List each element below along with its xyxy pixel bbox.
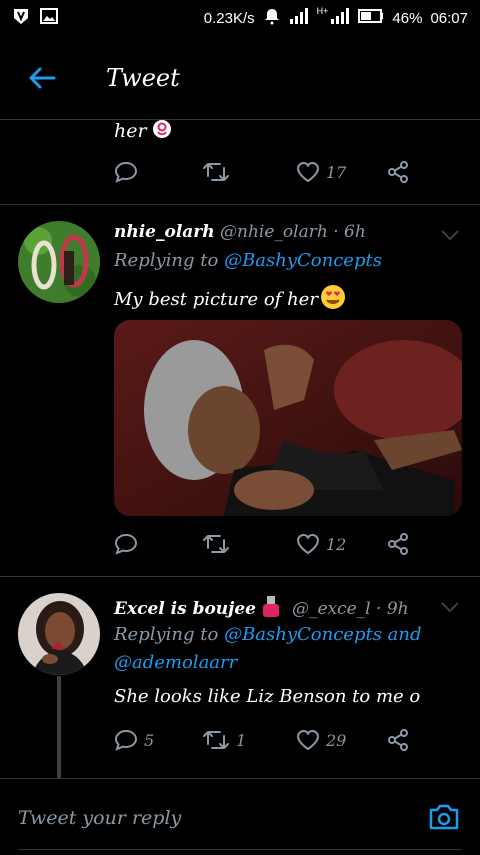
thread-line	[57, 676, 61, 778]
chevron-down-icon[interactable]	[440, 598, 460, 617]
signal-icon	[289, 8, 309, 28]
reply-button[interactable]: 5	[114, 729, 202, 751]
tweet-text: her	[114, 120, 147, 142]
tweet-text: My best picture of her	[114, 289, 318, 310]
retweet-icon	[203, 535, 229, 553]
handle-time: @nhie_olarh · 6h	[220, 222, 366, 242]
reply-icon	[114, 729, 138, 751]
share-icon	[388, 533, 408, 555]
avatar[interactable]	[18, 221, 100, 303]
handle-time: @_exce_l · 9h	[291, 598, 409, 619]
heart-eyes-face-icon	[320, 284, 346, 315]
replying-to: Replying to @BashyConcepts and	[114, 624, 422, 645]
shield-v-icon	[12, 7, 30, 29]
nail-polish-icon	[260, 594, 282, 623]
share-button[interactable]	[386, 532, 410, 556]
display-name[interactable]: nhie_olarh	[114, 222, 215, 242]
reply-composer: Tweet your reply	[0, 778, 480, 855]
display-name[interactable]: Excel is boujee	[114, 599, 256, 619]
like-count: 12	[326, 534, 347, 554]
tweet-actions: 5 1 29	[114, 728, 414, 752]
camera-button[interactable]	[428, 803, 460, 835]
battery-icon	[358, 9, 384, 27]
tweet-actions: 17	[114, 160, 414, 184]
status-bar: 0.23K/s H+ 46% 06:07	[0, 0, 480, 36]
share-button[interactable]	[386, 160, 410, 184]
retweet-icon	[203, 163, 229, 181]
back-arrow-icon	[29, 67, 56, 88]
tweet-card[interactable]: nhie_olarh @nhie_olarh · 6h Replying to …	[0, 204, 480, 577]
avatar[interactable]	[18, 593, 100, 675]
heart-icon	[296, 729, 320, 751]
previous-tweet[interactable]: her 17	[0, 118, 480, 205]
page-title: Tweet	[106, 63, 180, 92]
divider	[18, 849, 462, 850]
reply-icon	[114, 533, 138, 555]
network-type-label: H+	[316, 6, 329, 16]
retweet-button[interactable]: 1	[202, 729, 296, 751]
like-button[interactable]: 12	[296, 533, 386, 555]
chevron-down-icon[interactable]	[440, 226, 460, 245]
mention-link[interactable]: @BashyConcepts	[224, 250, 382, 271]
clock: 06:07	[430, 9, 468, 27]
like-count: 17	[326, 162, 347, 182]
tweet-card[interactable]: Excel is boujee @_exce_l · 9h Replying t…	[0, 576, 480, 778]
like-button[interactable]: 29	[296, 729, 386, 751]
network-speed: 0.23K/s	[203, 9, 255, 27]
share-icon	[388, 161, 408, 183]
reply-input[interactable]: Tweet your reply	[18, 807, 181, 829]
signal-icon-2	[330, 8, 350, 28]
tweet-text: She looks like Liz Benson to me o	[114, 686, 421, 707]
like-count: 29	[326, 730, 347, 750]
replying-to: Replying to @BashyConcepts	[114, 250, 382, 271]
reply-count: 5	[144, 730, 155, 750]
heart-icon	[296, 533, 320, 555]
gallery-icon	[40, 8, 58, 28]
retweet-icon	[203, 731, 229, 749]
app-bar: Tweet	[0, 36, 480, 120]
share-icon	[388, 729, 408, 751]
share-button[interactable]	[386, 728, 410, 752]
tweet-actions: 12	[114, 532, 414, 556]
battery-level: 46%	[392, 9, 423, 27]
heart-icon	[296, 161, 320, 183]
tweet-image[interactable]	[114, 320, 462, 516]
retweet-button[interactable]	[202, 533, 296, 555]
mention-link[interactable]: @ademolaarr	[114, 652, 237, 673]
camera-icon	[429, 804, 459, 830]
reply-button[interactable]	[114, 161, 202, 183]
mention-link[interactable]: @BashyConcepts and	[224, 624, 421, 645]
retweet-count: 1	[236, 730, 247, 750]
retweet-button[interactable]	[202, 161, 296, 183]
reply-button[interactable]	[114, 533, 202, 555]
ok-hand-icon	[151, 118, 173, 145]
reply-icon	[114, 161, 138, 183]
back-button[interactable]	[12, 48, 72, 108]
alarm-icon	[263, 7, 281, 29]
like-button[interactable]: 17	[296, 161, 386, 183]
